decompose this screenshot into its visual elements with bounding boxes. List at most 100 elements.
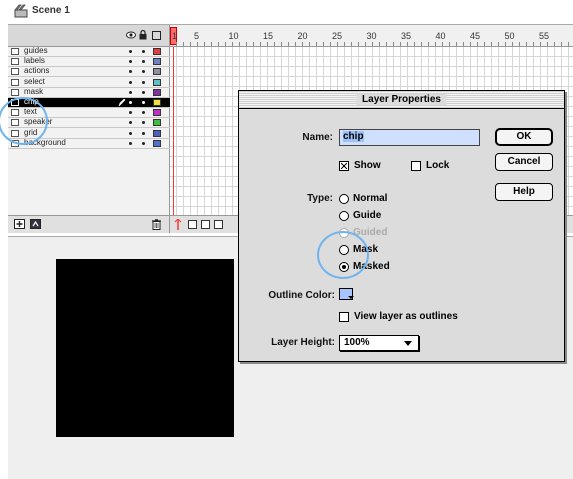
ruler-number: 30 <box>366 31 377 41</box>
insert-layer-icon[interactable] <box>14 219 25 229</box>
ruler-tick <box>316 42 317 46</box>
visibility-dot[interactable] <box>129 101 132 104</box>
add-guide-layer-icon[interactable] <box>30 219 41 229</box>
ruler-tick <box>197 42 198 46</box>
ruler-number: 50 <box>504 31 515 41</box>
layer-outline-color[interactable] <box>153 109 161 117</box>
layer-name: actions <box>24 66 50 76</box>
lock-dot[interactable] <box>142 70 145 74</box>
ruler-tick <box>470 42 471 46</box>
layer-name: select <box>24 76 45 86</box>
type-normal-radio[interactable] <box>339 194 349 204</box>
ruler-tick <box>512 42 513 46</box>
stage-black-rectangle[interactable] <box>56 259 234 437</box>
ruler-tick <box>267 42 268 46</box>
layer-outline-color[interactable] <box>153 129 161 137</box>
lock-dot[interactable] <box>142 60 145 64</box>
playhead-line <box>173 47 174 217</box>
ruler-tick <box>358 42 359 46</box>
ruler-tick <box>547 42 548 46</box>
scene-icon[interactable] <box>14 4 28 18</box>
visibility-dot[interactable] <box>129 50 132 53</box>
type-normal-label: Normal <box>353 193 388 204</box>
show-checkbox[interactable] <box>339 161 349 171</box>
lock-dot[interactable] <box>142 131 145 135</box>
outline-icon[interactable] <box>152 31 161 40</box>
ruler-tick <box>372 42 373 46</box>
visibility-dot[interactable] <box>129 90 132 94</box>
visibility-dot[interactable] <box>129 80 132 84</box>
lock-dot[interactable] <box>142 90 145 94</box>
layer-outline-color[interactable] <box>153 48 161 55</box>
layer-outline-color[interactable] <box>153 78 161 86</box>
ruler-tick <box>435 42 436 46</box>
ruler-number: 1 <box>172 31 178 41</box>
layer-outline-color[interactable] <box>153 58 161 66</box>
show-label: Show <box>354 160 381 171</box>
dialog-title: Layer Properties <box>356 94 447 105</box>
layer-outline-color[interactable] <box>153 68 161 76</box>
ruler-tick <box>449 42 450 46</box>
ruler-tick <box>239 42 240 46</box>
type-guide-radio[interactable] <box>339 211 349 221</box>
ruler-number: 35 <box>401 31 412 41</box>
ruler-tick <box>407 42 408 46</box>
visibility-dot[interactable] <box>129 131 132 135</box>
name-label: Name: <box>302 132 333 143</box>
name-input[interactable]: chip <box>339 129 480 146</box>
scene-label[interactable]: Scene 1 <box>32 5 70 16</box>
ruler-tick <box>505 42 506 46</box>
layer-outline-color[interactable] <box>153 88 161 96</box>
visibility-dot[interactable] <box>129 141 132 145</box>
trash-icon[interactable] <box>152 219 161 230</box>
lock-icon[interactable] <box>139 30 147 40</box>
ruler-number: 45 <box>470 31 481 41</box>
ruler-tick <box>519 42 520 46</box>
ruler-tick <box>386 42 387 46</box>
lock-dot[interactable] <box>142 141 145 145</box>
ruler-number: 40 <box>435 31 446 41</box>
edit-multiple-frames-icon[interactable] <box>214 220 223 229</box>
visibility-dot[interactable] <box>129 60 132 64</box>
view-outlines-checkbox[interactable] <box>339 312 349 322</box>
layer-name: guides <box>24 46 48 55</box>
ruler-tick <box>561 42 562 46</box>
ruler-tick <box>295 42 296 46</box>
ruler-tick <box>344 42 345 46</box>
view-outlines-label: View layer as outlines <box>354 311 458 322</box>
dialog-titlebar[interactable]: Layer Properties <box>239 91 564 109</box>
lock-dot[interactable] <box>142 121 145 125</box>
ruler-tick <box>204 42 205 46</box>
lock-dot[interactable] <box>142 80 145 84</box>
layer-footer <box>8 215 170 233</box>
lock-dot[interactable] <box>142 50 145 53</box>
ruler-tick <box>351 42 352 46</box>
onion-skin-icon[interactable] <box>188 220 197 229</box>
center-frame-icon[interactable] <box>174 219 182 230</box>
layer-height-select[interactable]: 100% <box>339 335 419 351</box>
ruler-tick <box>526 42 527 46</box>
lock-checkbox[interactable] <box>411 161 421 171</box>
visibility-dot[interactable] <box>129 70 132 74</box>
layer-outline-color[interactable] <box>153 139 161 147</box>
layer-outline-color[interactable] <box>153 99 161 106</box>
onion-skin-outlines-icon[interactable] <box>201 220 210 229</box>
outline-color-dropdown-icon[interactable] <box>348 296 354 299</box>
ruler-tick <box>568 42 569 46</box>
lock-dot[interactable] <box>142 111 145 115</box>
help-button[interactable]: Help <box>495 183 553 201</box>
frame-ruler[interactable]: 1 5 10 15 20 25 30 35 40 45 50 55 <box>170 25 573 47</box>
ruler-tick <box>393 42 394 46</box>
ruler-tick <box>225 42 226 46</box>
lock-dot[interactable] <box>142 101 145 104</box>
ok-button[interactable]: OK <box>495 128 553 146</box>
cancel-button[interactable]: Cancel <box>495 153 553 171</box>
eye-icon[interactable] <box>126 31 136 39</box>
visibility-dot[interactable] <box>129 121 132 125</box>
ruler-tick <box>309 42 310 46</box>
highlight-circle-layer <box>0 97 48 145</box>
chevron-down-icon <box>404 341 412 346</box>
visibility-dot[interactable] <box>129 111 132 115</box>
ruler-tick <box>456 42 457 46</box>
layer-outline-color[interactable] <box>153 119 161 127</box>
